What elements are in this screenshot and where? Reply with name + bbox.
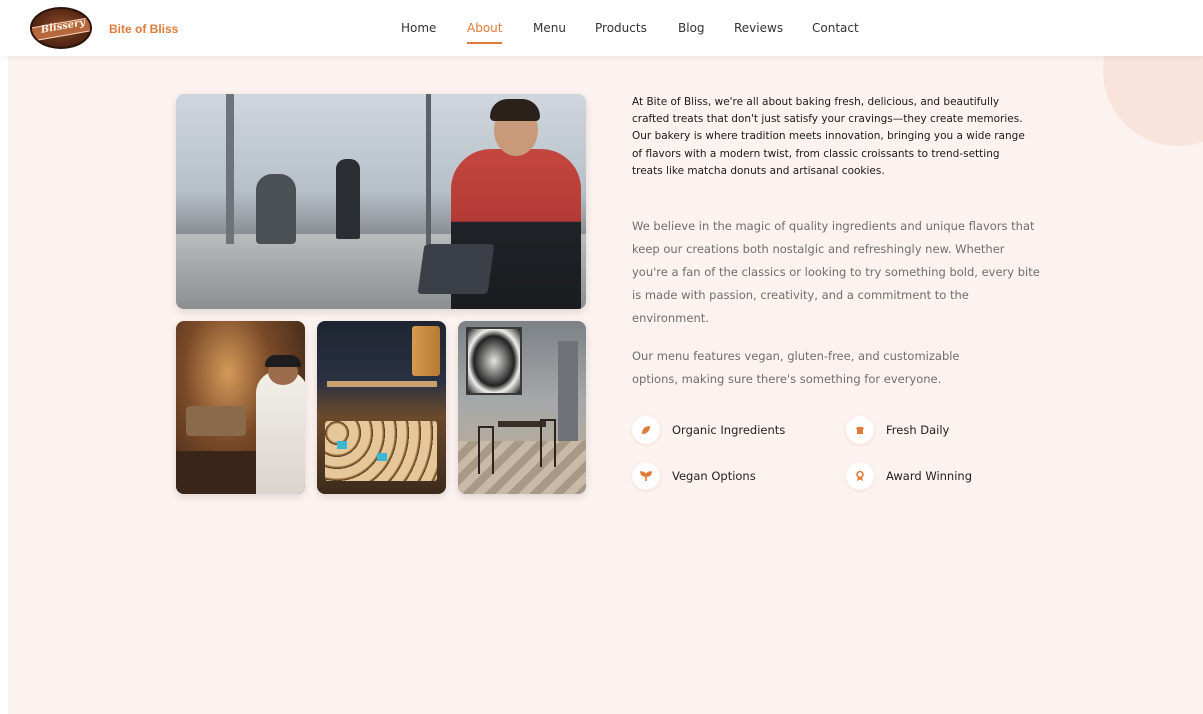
price-tag xyxy=(337,441,347,449)
about-section: At Bite of Bliss, we're all about baking… xyxy=(8,56,1203,714)
decorative-circle xyxy=(1103,56,1203,146)
active-nav-underline xyxy=(467,42,503,44)
chef-cap xyxy=(265,355,301,367)
bakery-counter-photo xyxy=(176,94,586,309)
background-worker xyxy=(336,159,360,239)
feature-label: Vegan Options xyxy=(672,469,756,483)
nav-item-about[interactable]: About xyxy=(467,21,503,44)
nav-item-contact[interactable]: Contact xyxy=(812,21,859,35)
display-shelf xyxy=(327,381,437,387)
about-paragraph-menu: Our menu features vegan, gluten-free, an… xyxy=(632,349,960,386)
nav-item-reviews[interactable]: Reviews xyxy=(734,21,783,35)
baker-hair xyxy=(490,99,540,121)
pos-terminal xyxy=(417,244,495,294)
about-intro-text: At Bite of Bliss, we're all about baking… xyxy=(632,96,1025,177)
pastry-display-photo xyxy=(317,321,446,494)
kitchen-counter xyxy=(176,451,256,494)
doorway xyxy=(558,341,578,441)
nav-item-menu[interactable]: Menu xyxy=(533,21,566,35)
chef-figure xyxy=(256,371,305,494)
kitchen-pot xyxy=(186,406,246,436)
feature-label: Fresh Daily xyxy=(886,423,950,437)
cafe-chair xyxy=(478,426,494,474)
cafe-table xyxy=(498,421,546,427)
price-tag xyxy=(377,453,387,461)
feature-label: Organic Ingredients xyxy=(672,423,786,437)
baguettes xyxy=(412,326,440,376)
cafe-interior-photo xyxy=(458,321,586,494)
background-worker xyxy=(256,174,296,244)
nav-item-about-label: About xyxy=(467,21,503,35)
award-icon xyxy=(846,462,874,490)
chef-kitchen-photo xyxy=(176,321,305,494)
bread-rolls xyxy=(325,421,437,481)
nav-item-blog[interactable]: Blog xyxy=(678,21,705,35)
feature-label: Award Winning xyxy=(886,469,973,483)
about-paragraph-quality: We believe in the magic of quality ingre… xyxy=(632,219,1040,325)
bread-icon xyxy=(846,416,874,444)
wall-artwork xyxy=(466,327,522,395)
photo-pillar xyxy=(426,94,431,244)
photo-pillar xyxy=(226,94,234,244)
nav-item-home[interactable]: Home xyxy=(401,21,436,35)
seedling-icon xyxy=(632,462,660,490)
site-header: Blissery Bite of Bliss Home About Menu P… xyxy=(0,0,1203,56)
main-nav: Home About Menu Products Blog Reviews Co… xyxy=(0,21,1203,45)
cafe-chair xyxy=(540,419,556,467)
leaf-icon xyxy=(632,416,660,444)
nav-item-products[interactable]: Products xyxy=(595,21,647,35)
